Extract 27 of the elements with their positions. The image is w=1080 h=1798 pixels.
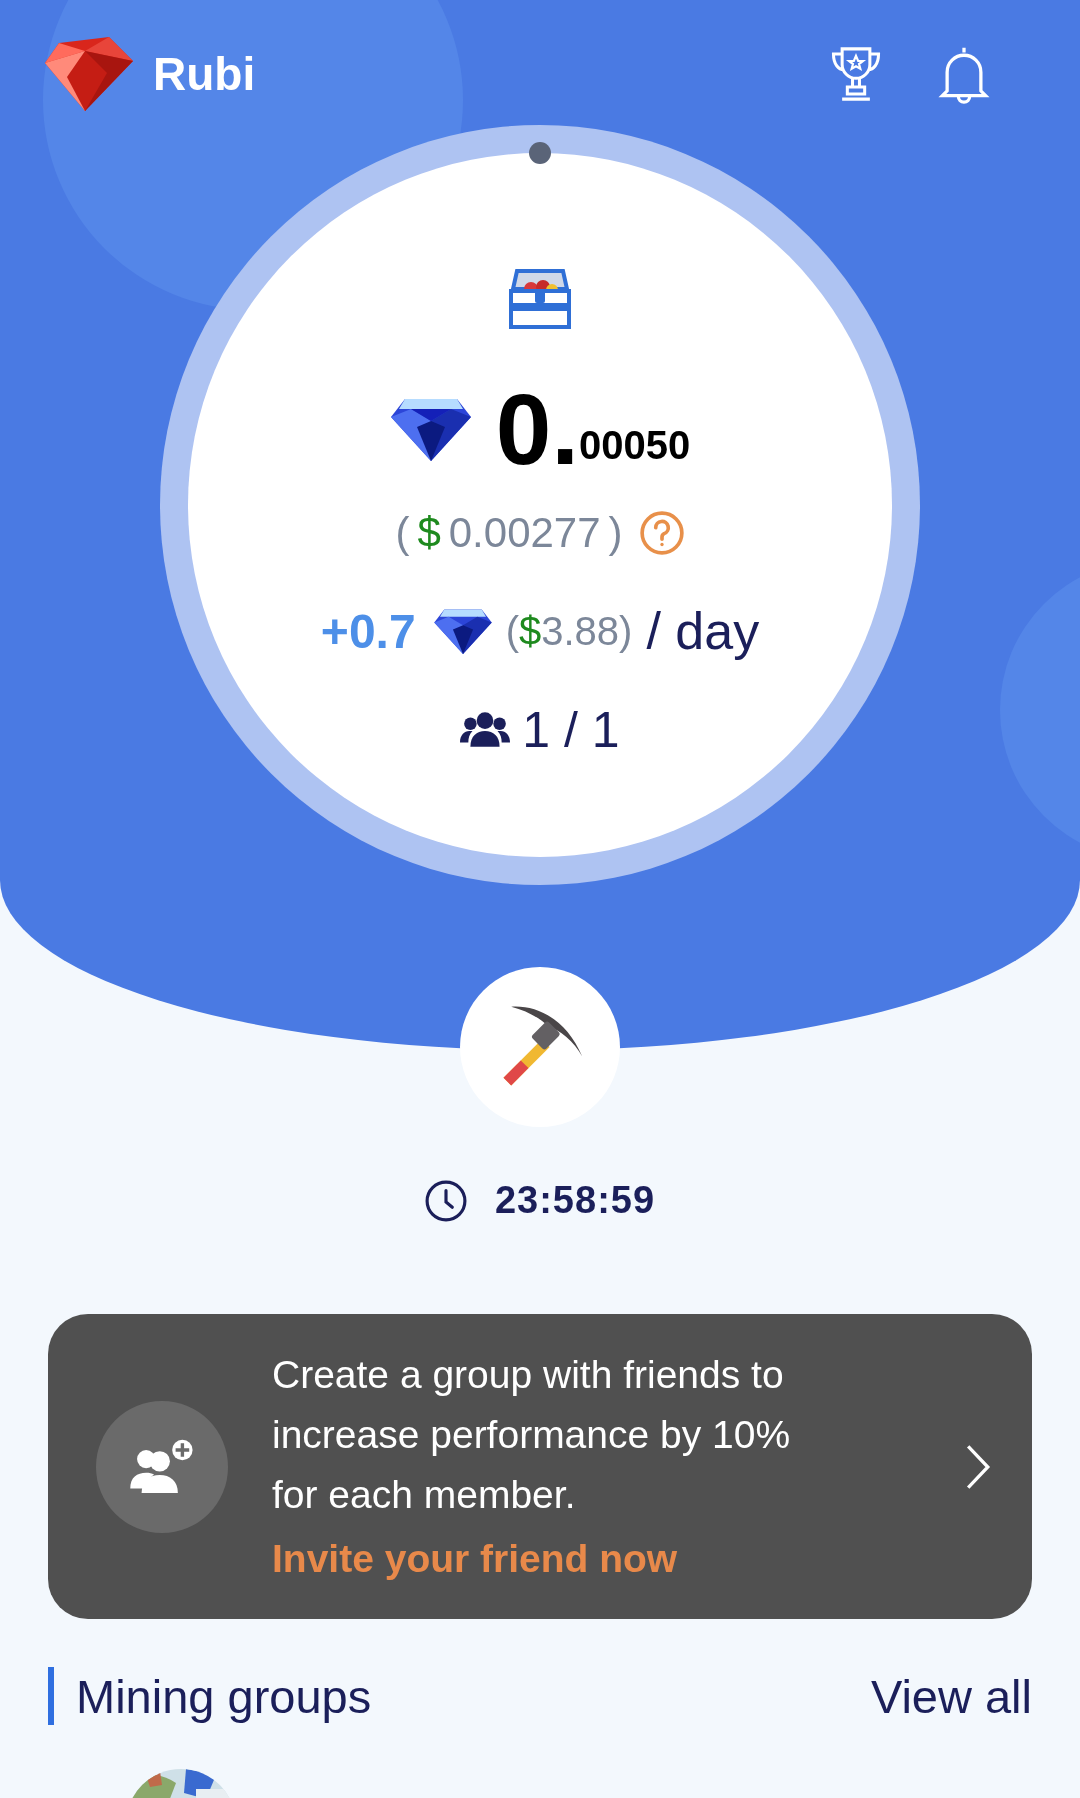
paren-text: ): [619, 608, 633, 654]
sapphire-icon: [389, 397, 472, 461]
rate-period: / day: [646, 601, 760, 661]
app-name: Rubi: [153, 46, 256, 101]
invite-message: Create a group with friends to increase performance by 10% for each member.: [272, 1351, 792, 1518]
usd-value: 0.00277: [448, 509, 601, 557]
rate-usd-value: 3.88: [541, 608, 620, 654]
member-count: 1 / 1: [522, 701, 620, 759]
progress-dot: [529, 142, 551, 164]
view-all-link[interactable]: View all: [870, 1668, 1032, 1724]
paren-text: ): [608, 509, 623, 557]
currency-sign: $: [518, 608, 542, 654]
countdown-timer: 23:58:59: [494, 1179, 656, 1222]
chevron-right-icon[interactable]: [964, 1442, 992, 1491]
balance-fraction: 00050: [579, 425, 691, 465]
ruby-logo-icon: [45, 36, 133, 111]
section-title: Mining groups: [76, 1668, 372, 1724]
invite-card[interactable]: Create a group with friends to increase performance by 10% for each member. Invite your friend now: [48, 1314, 1032, 1619]
clock-icon: [424, 1179, 467, 1222]
paren-text: (: [505, 608, 519, 654]
help-icon[interactable]: [638, 510, 685, 556]
currency-sign: $: [417, 509, 441, 557]
rate-amount: +0.7: [320, 603, 416, 659]
users-icon: [460, 711, 511, 749]
sapphire-icon: [433, 608, 492, 654]
balance-whole: 0.: [495, 379, 580, 479]
paren-text: (: [395, 509, 410, 557]
